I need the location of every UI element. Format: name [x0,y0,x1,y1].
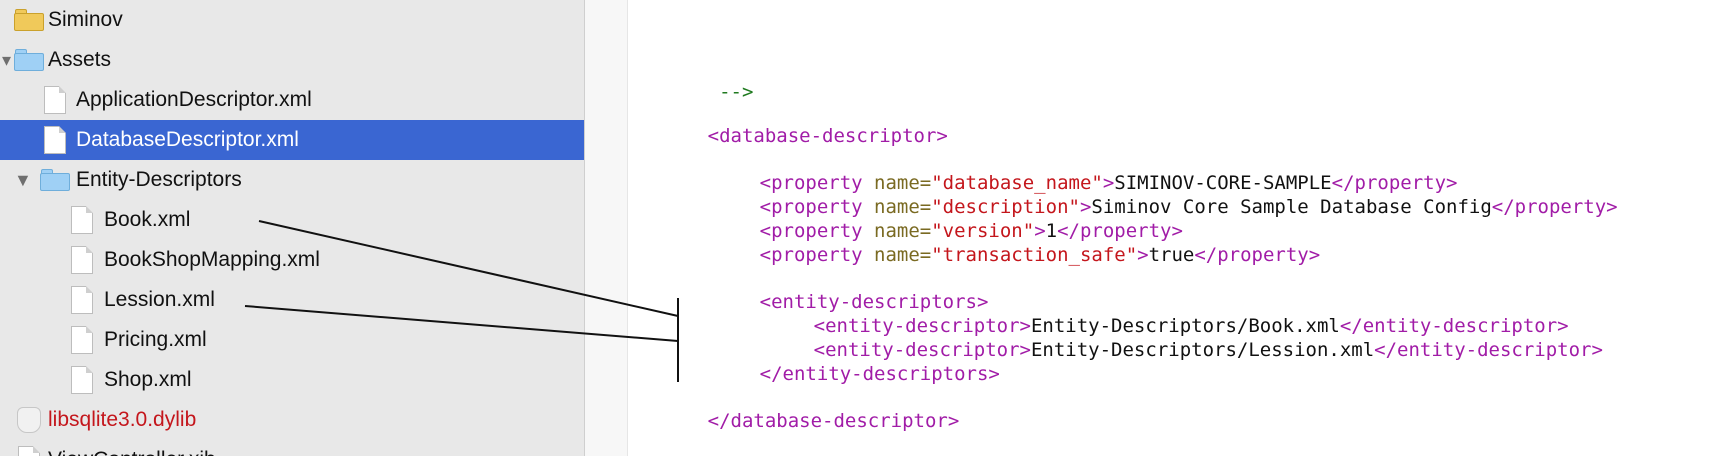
nav-item-label: ApplicationDescriptor.xml [76,88,312,111]
tag-token: </property> [1491,196,1618,218]
nav-item-siminov[interactable]: Siminov [0,0,584,40]
library-icon [12,400,46,440]
nav-item-label: Entity-Descriptors [76,168,242,191]
code-line-entity-descriptor: <entity-descriptor>Entity-Descriptors/Le… [745,311,1603,361]
nav-item-label: libsqlite3.0.dylib [48,408,197,431]
nav-item-shop[interactable]: Shop.xml [0,360,584,400]
folder-icon [12,0,46,40]
folder-icon [38,160,72,200]
code-line-property: <property name="database_name">SIMINOV-C… [691,144,1458,194]
file-icon [42,80,68,120]
nav-item-assets[interactable]: ▾ Assets [0,40,584,80]
code-line-property: <property name="transaction_safe">true</… [691,216,1321,266]
folder-icon [12,40,46,80]
code-editor[interactable]: --> <database-descriptor> <property name… [585,0,1716,456]
tag-token: </property> [1194,244,1321,266]
file-icon [69,320,95,360]
nav-item-label: ViewController.xib [48,448,216,456]
code-line-database-descriptor-open: <database-descriptor> [639,97,948,147]
nav-item-label: Lession.xml [104,288,215,311]
file-icon [69,240,95,280]
code-line-comment: --> [639,53,753,103]
nav-item-label: Pricing.xml [104,328,207,351]
nav-item-entity-descriptors[interactable]: ▼ Entity-Descriptors [0,160,584,200]
code-line-entity-descriptor: <entity-descriptor>Entity-Descriptors/Bo… [745,287,1569,337]
nav-item-label: BookShopMapping.xml [104,248,320,271]
tag-token: </entity-descriptor> [1374,339,1603,361]
xml-code: --> <database-descriptor> <property name… [585,0,1716,456]
code-line-entity-descriptors-open: <entity-descriptors> [691,263,989,313]
nav-item-label: Siminov [48,8,123,31]
file-icon [69,360,95,400]
project-navigator: Siminov ▾ Assets ApplicationDescriptor.x… [0,0,585,456]
text-token: true [1148,244,1195,266]
nav-item-label: Shop.xml [104,368,192,391]
code-line-property: <property name="description">Siminov Cor… [691,168,1618,218]
nav-item-lession[interactable]: Lession.xml [0,280,584,320]
tag-token: </database-descriptor> [707,410,960,432]
nav-item-pricing[interactable]: Pricing.xml [0,320,584,360]
nav-item-databasedescriptor[interactable]: DatabaseDescriptor.xml [0,120,584,160]
nav-item-label: Book.xml [104,208,191,231]
nav-item-label: Assets [48,48,112,71]
file-icon [69,200,95,240]
text-token: Entity-Descriptors/Lession.xml [1030,339,1375,361]
nav-item-bookshopmapping[interactable]: BookShopMapping.xml [0,240,584,280]
chevron-down-icon[interactable]: ▾ [2,50,11,71]
code-line-property: <property name="version">1</property> [691,192,1183,242]
code-line-entity-descriptors-close: </entity-descriptors> [691,335,1000,385]
nav-item-label: DatabaseDescriptor.xml [76,128,299,151]
nav-item-viewcontroller[interactable]: ViewController.xib [0,440,584,456]
disclosure-triangle-icon[interactable]: ▼ [14,170,32,191]
tag-token: > [1137,244,1149,266]
nav-item-applicationdescriptor[interactable]: ApplicationDescriptor.xml [0,80,584,120]
nav-item-book[interactable]: Book.xml [0,200,584,240]
file-icon [12,440,46,456]
code-line-database-descriptor-close: </database-descriptor> [639,382,960,432]
file-icon [69,280,95,320]
file-icon [42,120,68,160]
nav-item-libsqlite[interactable]: libsqlite3.0.dylib [0,400,584,440]
